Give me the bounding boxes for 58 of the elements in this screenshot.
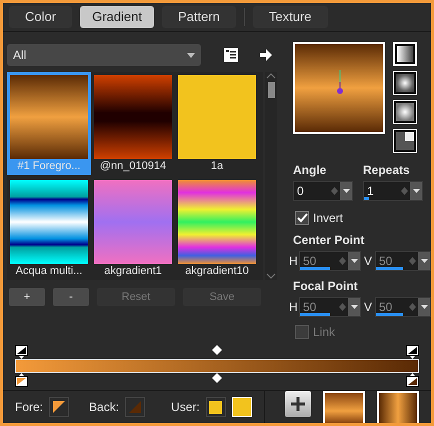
arrow-right-icon[interactable]: [259, 48, 273, 62]
stop-marker-icon[interactable]: [406, 372, 419, 387]
number-field[interactable]: 1: [363, 181, 423, 202]
gradient-bar[interactable]: [15, 358, 419, 373]
stop-marker-icon[interactable]: [15, 344, 28, 359]
dropdown-button[interactable]: [340, 182, 352, 200]
center-handle-icon[interactable]: [335, 70, 345, 96]
list-icon[interactable]: [223, 47, 239, 64]
caret-icon: [412, 189, 420, 194]
h-label: H: [289, 253, 297, 270]
scrollbar[interactable]: [265, 72, 277, 280]
caret-icon: [420, 259, 428, 264]
dropdown-button[interactable]: [410, 182, 422, 200]
midpoint-marker-icon[interactable]: [212, 372, 222, 383]
invert-label: Invert: [313, 210, 344, 228]
gradient-style-button[interactable]: [393, 129, 417, 154]
library-button[interactable]: +: [9, 288, 45, 306]
repeats-label: Repeats: [363, 162, 411, 180]
scrollbar-thumb[interactable]: [268, 82, 274, 98]
stop-marker-icon[interactable]: [406, 344, 419, 359]
gradient-style-button[interactable]: [393, 71, 417, 96]
background-swatch[interactable]: [125, 397, 146, 417]
focal-point-label: Focal Point: [293, 278, 359, 296]
center-point-label: Center Point: [293, 232, 366, 250]
tab[interactable]: Gradient: [80, 6, 154, 28]
stop-marker-icon[interactable]: [15, 372, 28, 387]
link-label: Link: [313, 324, 336, 342]
gradient-thumbnail[interactable]: [377, 391, 419, 423]
back-label: Back:: [89, 399, 120, 416]
foreground-swatch[interactable]: [49, 397, 70, 417]
v-label: V: [363, 253, 373, 270]
scroll-down-icon[interactable]: [266, 272, 276, 280]
gradient-thumbnail[interactable]: [323, 391, 365, 423]
plus-icon: [291, 397, 305, 411]
caret-icon: [420, 305, 428, 310]
midpoint-marker-icon[interactable]: [212, 344, 222, 355]
fore-label: Fore:: [15, 399, 44, 416]
number-field[interactable]: 0: [293, 181, 353, 202]
add-button[interactable]: [285, 391, 311, 417]
gradient-style-button[interactable]: [393, 100, 417, 124]
gradient-style-button[interactable]: [393, 42, 417, 66]
library-button[interactable]: -: [53, 288, 89, 306]
tab[interactable]: Texture: [252, 6, 328, 28]
caret-icon: [187, 52, 195, 58]
user-label: User:: [171, 399, 200, 416]
user-swatch[interactable]: [206, 397, 226, 417]
h-label: H: [289, 299, 297, 316]
caret-icon: [350, 259, 358, 264]
category-dropdown[interactable]: All: [7, 44, 201, 66]
gradient-preview[interactable]: [293, 42, 385, 134]
tab[interactable]: Pattern: [162, 6, 236, 28]
scroll-up-icon[interactable]: [266, 72, 276, 80]
v-label: V: [363, 299, 373, 316]
tab[interactable]: Color: [9, 6, 72, 28]
angle-label: Angle: [293, 162, 328, 180]
caret-icon: [342, 189, 350, 194]
caret-icon: [350, 305, 358, 310]
checkbox[interactable]: [295, 211, 309, 226]
